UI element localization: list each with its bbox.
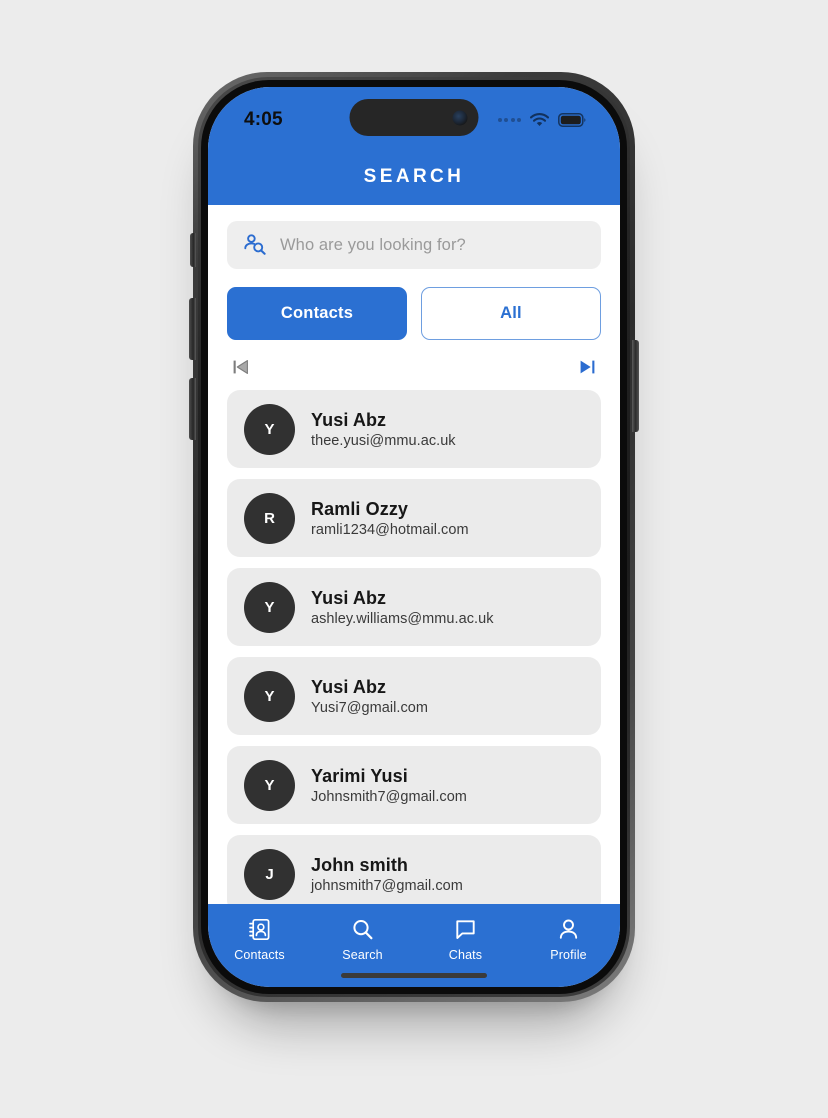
nav-item-contacts[interactable]: Contacts	[208, 917, 311, 962]
battery-icon	[558, 113, 586, 127]
contact-name: Yusi Abz	[311, 409, 387, 430]
volume-down-button[interactable]	[189, 378, 196, 440]
search-input[interactable]: Who are you looking for?	[280, 236, 466, 255]
chat-bubble-icon	[456, 920, 475, 939]
contact-email: thee.yusi@mmu.ac.uk	[311, 432, 456, 449]
contact-email: ashley.williams@mmu.ac.uk	[311, 610, 494, 627]
filter-segment-group: Contacts All	[227, 287, 601, 340]
contact-email: johnsmith7@gmail.com	[311, 877, 463, 894]
avatar: Y	[244, 403, 295, 455]
contact-name: Yusi Abz	[311, 676, 387, 697]
nav-item-chats[interactable]: Chats	[414, 917, 517, 962]
skip-previous-icon[interactable]	[231, 357, 251, 377]
contact-name: Ramli Ozzy	[311, 498, 409, 519]
phone-screen: 4:05 SEARCH Who are you looking for? Con…	[208, 87, 620, 987]
filter-all-button[interactable]: All	[421, 287, 601, 340]
mute-switch-button[interactable]	[190, 233, 196, 267]
bottom-navigation-bar: Contacts Search Chats Profile	[208, 904, 620, 987]
contact-book-icon	[249, 918, 270, 941]
nav-item-profile[interactable]: Profile	[517, 917, 620, 962]
nav-label: Contacts	[234, 948, 285, 962]
nav-label: Search	[342, 948, 383, 962]
page-title: SEARCH	[363, 166, 465, 187]
avatar: J	[244, 848, 295, 900]
contact-name: John smith	[311, 854, 409, 875]
wifi-icon	[530, 113, 549, 126]
list-item[interactable]: R Ramli Ozzy ramli1234@hotmail.com	[227, 479, 601, 557]
avatar: Y	[244, 759, 295, 811]
power-button[interactable]	[632, 340, 639, 432]
cellular-dots-icon	[497, 118, 521, 122]
search-icon	[353, 920, 373, 940]
filter-contacts-button[interactable]: Contacts	[227, 287, 407, 340]
list-item[interactable]: Y Yusi Abz thee.yusi@mmu.ac.uk	[227, 390, 601, 468]
avatar: Y	[244, 670, 295, 722]
app-header: 4:05 SEARCH	[208, 87, 620, 205]
status-indicators	[497, 113, 587, 127]
pagination-controls	[227, 350, 601, 384]
app-body: Who are you looking for? Contacts All Y	[208, 205, 620, 904]
nav-item-search[interactable]: Search	[311, 917, 414, 962]
nav-label: Profile	[550, 948, 587, 962]
home-indicator[interactable]	[341, 972, 487, 978]
contact-email: Johnsmith7@gmail.com	[311, 788, 467, 805]
contact-name: Yarimi Yusi	[311, 765, 408, 786]
front-camera-icon	[452, 110, 468, 125]
contact-list: Y Yusi Abz thee.yusi@mmu.ac.uk R Ramli O…	[227, 390, 601, 904]
search-bar[interactable]: Who are you looking for?	[227, 221, 601, 269]
contact-email: Yusi7@gmail.com	[311, 699, 429, 716]
avatar: R	[244, 492, 295, 544]
screenshot-canvas: 4:05 SEARCH Who are you looking for? Con…	[0, 0, 828, 1118]
dynamic-island	[349, 99, 479, 136]
person-icon	[559, 919, 578, 939]
volume-up-button[interactable]	[189, 298, 196, 360]
person-search-icon	[244, 234, 266, 255]
nav-label: Chats	[448, 948, 483, 962]
list-item[interactable]: Y Yusi Abz Yusi7@gmail.com	[227, 657, 601, 735]
avatar: Y	[244, 581, 295, 633]
contact-name: Yusi Abz	[311, 587, 387, 608]
list-item[interactable]: Y Yarimi Yusi Johnsmith7@gmail.com	[227, 746, 601, 824]
contact-email: ramli1234@hotmail.com	[311, 521, 469, 538]
list-item[interactable]: J John smith johnsmith7@gmail.com	[227, 835, 601, 904]
skip-next-icon[interactable]	[577, 357, 597, 377]
status-clock: 4:05	[244, 109, 283, 130]
list-item[interactable]: Y Yusi Abz ashley.williams@mmu.ac.uk	[227, 568, 601, 646]
